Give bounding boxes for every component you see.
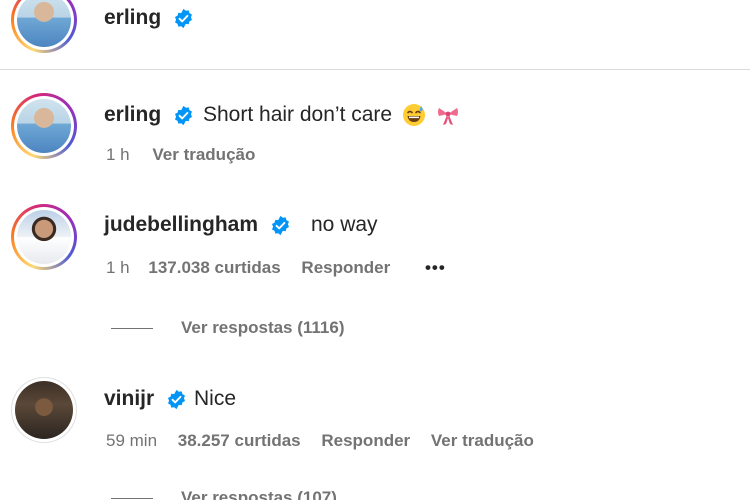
verified-badge-icon [271, 215, 289, 236]
comment-meta: 59 min 38.257 curtidas Responder Ver tra… [106, 431, 534, 451]
grinning-sweat-emoji-icon [402, 104, 425, 127]
comment-username[interactable]: vinijr [104, 387, 187, 411]
header-username-text: erling [104, 6, 162, 29]
comment-time[interactable]: 59 min [106, 431, 157, 450]
comment-text: Nice [194, 387, 237, 410]
comment-meta: 1 h 137.038 curtidas Responder ••• [106, 258, 446, 278]
comment-text-body: Short hair don’t care [203, 103, 393, 126]
verified-badge-icon [175, 8, 193, 29]
reply-button[interactable]: Responder [301, 258, 390, 277]
comment-username-text: vinijr [104, 387, 155, 410]
commenter-avatar[interactable] [11, 377, 77, 443]
commenter-avatar[interactable] [11, 93, 77, 159]
header-username[interactable]: erling [104, 6, 194, 30]
comment-username-text: judebellingham [104, 213, 259, 236]
view-replies-button[interactable]: Ver respostas (107) [181, 488, 337, 500]
reply-button[interactable]: Responder [321, 431, 410, 450]
post-header: erling [0, 0, 750, 70]
more-options-icon[interactable]: ••• [425, 258, 446, 277]
ribbon-emoji-icon [437, 108, 458, 126]
comment-username[interactable]: erling [104, 103, 194, 127]
comment-text: Short hair don’t care [203, 103, 460, 127]
comment-username[interactable]: judebellingham [104, 213, 291, 237]
likes-count[interactable]: 137.038 curtidas [148, 258, 280, 277]
comment-username-text: erling [104, 103, 162, 126]
replies-divider [111, 328, 153, 329]
see-translation-link[interactable]: Ver tradução [152, 145, 255, 164]
header-avatar[interactable] [11, 0, 77, 53]
comment-text: no way [311, 213, 378, 236]
comment-time[interactable]: 1 h [106, 258, 130, 277]
view-replies-button[interactable]: Ver respostas (1116) [181, 318, 345, 338]
see-translation-link[interactable]: Ver tradução [431, 431, 534, 450]
comment-time[interactable]: 1 h [106, 145, 130, 164]
replies-divider [111, 498, 153, 499]
verified-badge-icon [175, 105, 193, 126]
verified-badge-icon [168, 389, 186, 410]
commenter-avatar[interactable] [11, 204, 77, 270]
likes-count[interactable]: 38.257 curtidas [178, 431, 301, 450]
comment-meta: 1 h Ver tradução [106, 145, 255, 165]
